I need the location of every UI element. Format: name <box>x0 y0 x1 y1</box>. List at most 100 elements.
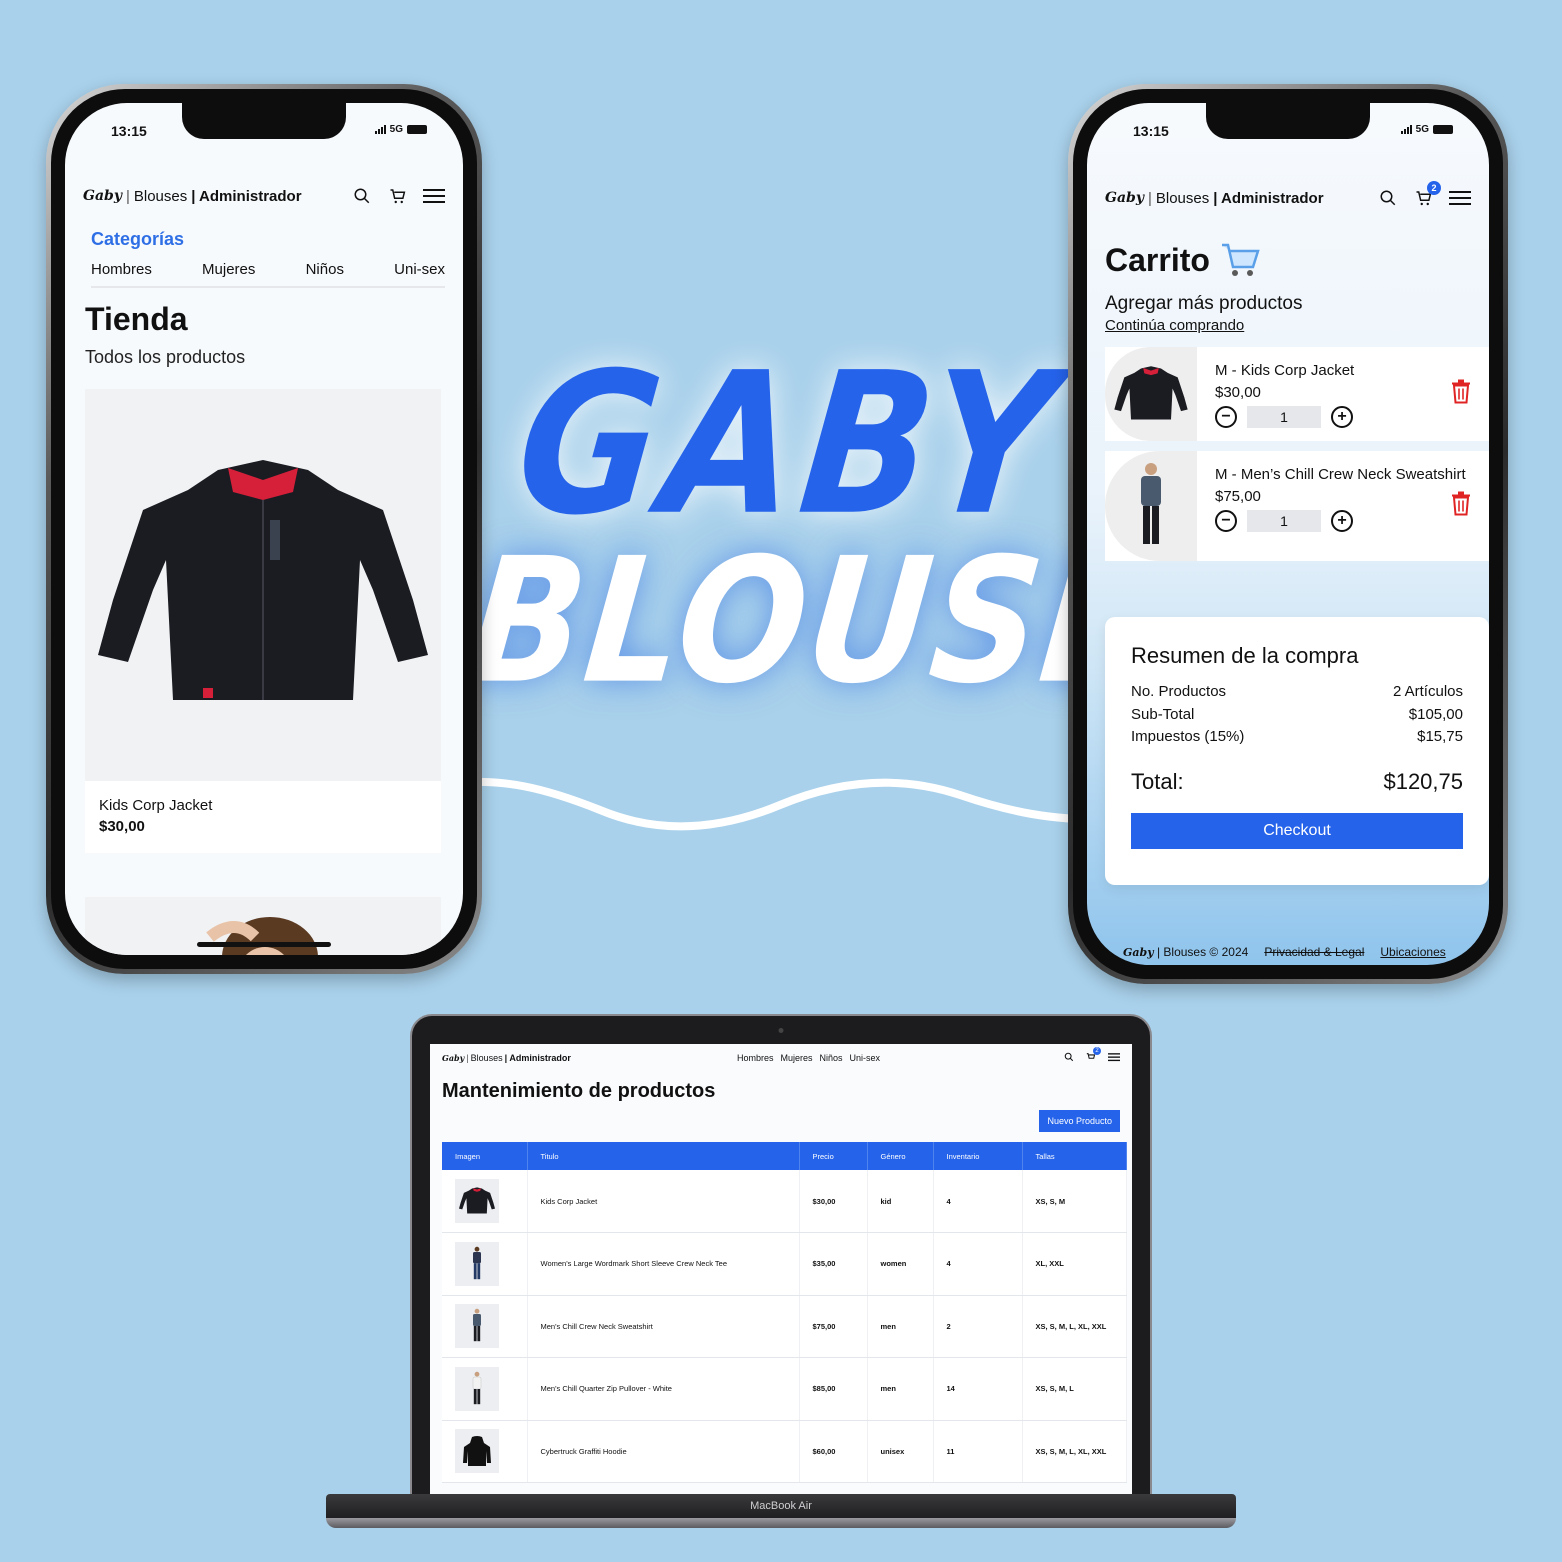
network-label: 5G <box>389 124 403 135</box>
nav-link-mujeres[interactable]: Mujeres <box>781 1053 813 1063</box>
product-gender: men <box>867 1295 934 1358</box>
new-product-button[interactable]: Nuevo Producto <box>1039 1110 1120 1132</box>
col-gender[interactable]: Género <box>867 1142 934 1170</box>
cart-item: M - Kids Corp Jacket $30,00 − 1 + <box>1105 347 1489 441</box>
product-stock: 11 <box>933 1420 1023 1483</box>
menu-icon[interactable] <box>423 185 445 207</box>
trash-icon[interactable] <box>1451 491 1471 521</box>
product-title[interactable]: Women's Large Wordmark Short Sleeve Crew… <box>527 1232 800 1296</box>
laptop-label: MacBook Air <box>750 1500 812 1512</box>
cart-icon[interactable] <box>387 185 409 207</box>
table-row[interactable]: Cybertruck Graffiti Hoodie $60,00 unisex… <box>442 1420 1127 1483</box>
product-thumbnail[interactable] <box>455 1179 499 1223</box>
trash-icon[interactable] <box>1451 379 1471 409</box>
tab-ninos[interactable]: Niños <box>306 261 344 278</box>
quantity-value[interactable]: 1 <box>1247 406 1321 428</box>
product-sizes: XS, S, M, L, XL, XXL <box>1022 1295 1127 1358</box>
brand-admin: | Administrador <box>191 187 302 205</box>
category-tabs: Hombres Mujeres Niños Uni-sex <box>91 261 445 288</box>
product-card-info[interactable]: Kids Corp Jacket $30,00 <box>85 781 441 853</box>
top-nav: Gaby | Blouses | Administrador <box>83 181 445 211</box>
cart-icon[interactable]: 2 <box>1413 181 1441 209</box>
cart-icon[interactable]: 2 <box>1086 1047 1101 1064</box>
menu-icon[interactable] <box>1449 187 1471 209</box>
summary-title: Resumen de la compra <box>1131 643 1359 668</box>
phone-notch <box>182 103 346 139</box>
product-title[interactable]: Kids Corp Jacket <box>527 1170 800 1233</box>
camera <box>778 1028 784 1033</box>
product-thumbnail[interactable] <box>455 1429 499 1474</box>
hero-line-2: BLOUSES <box>459 521 1268 723</box>
col-stock[interactable]: Inventario <box>933 1142 1023 1170</box>
cart-item-title: M - Kids Corp Jacket <box>1215 362 1355 379</box>
col-title[interactable]: Titulo <box>527 1142 800 1170</box>
nav-link-hombres[interactable]: Hombres <box>737 1053 774 1063</box>
increase-button[interactable]: + <box>1331 406 1353 428</box>
products-table: Imagen Titulo Precio Género Inventario T… <box>442 1142 1127 1483</box>
cart-item-title: M - Men’s Chill Crew Neck Sweatshirt <box>1215 466 1466 483</box>
decrease-button[interactable]: − <box>1215 510 1237 532</box>
quantity-stepper: − 1 + <box>1215 510 1471 532</box>
decrease-button[interactable]: − <box>1215 406 1237 428</box>
jacket-image <box>98 460 428 700</box>
nav-link-unisex[interactable]: Uni-sex <box>850 1053 881 1063</box>
search-icon[interactable] <box>351 185 373 207</box>
shopping-cart-icon <box>1221 243 1260 276</box>
table-header: Imagen Titulo Precio Género Inventario T… <box>442 1142 1127 1170</box>
brand[interactable]: Gaby | Blouses | Administrador <box>1105 190 1324 207</box>
tab-mujeres[interactable]: Mujeres <box>202 261 255 278</box>
search-icon[interactable] <box>1064 1052 1074 1064</box>
privacy-link[interactable]: Privacidad & Legal <box>1264 945 1364 959</box>
brand-name: Blouses <box>1155 189 1210 207</box>
tab-unisex[interactable]: Uni-sex <box>394 261 445 278</box>
battery-icon <box>407 125 427 134</box>
laptop: Gaby | Blouses | Administrador Hombres M… <box>410 1014 1152 1494</box>
admin-screen: Gaby | Blouses | Administrador Hombres M… <box>430 1044 1132 1494</box>
logo: Gaby <box>1105 190 1144 206</box>
locations-link[interactable]: Ubicaciones <box>1380 945 1445 959</box>
menu-icon[interactable] <box>1108 1052 1120 1064</box>
product-price: $35,00 <box>799 1232 868 1296</box>
wave-connector <box>440 777 1110 831</box>
quantity-value[interactable]: 1 <box>1247 510 1321 532</box>
table-row[interactable]: Men's Chill Quarter Zip Pullover - White… <box>442 1357 1127 1421</box>
col-sizes[interactable]: Tallas <box>1022 1142 1127 1170</box>
brand[interactable]: Gaby | Blouses | Administrador <box>83 188 302 205</box>
increase-button[interactable]: + <box>1331 510 1353 532</box>
product-price: $60,00 <box>799 1420 868 1483</box>
product-sizes: XS, S, M <box>1022 1170 1127 1233</box>
continue-shopping-link[interactable]: Continúa comprando <box>1105 317 1244 334</box>
status-time: 13:15 <box>1133 123 1169 139</box>
table-row[interactable]: Women's Large Wordmark Short Sleeve Crew… <box>442 1232 1127 1296</box>
brand-admin: | Administrador <box>1213 189 1324 207</box>
network-label: 5G <box>1415 124 1429 135</box>
phone-notch <box>1206 103 1370 139</box>
cart-item: M - Men’s Chill Crew Neck Sweatshirt $75… <box>1105 451 1489 561</box>
table-row[interactable]: Kids Corp Jacket $30,00 kid 4 XS, S, M <box>442 1170 1127 1233</box>
nav-link-ninos[interactable]: Niños <box>820 1053 843 1063</box>
product-thumbnail[interactable] <box>455 1241 499 1286</box>
search-icon[interactable] <box>1377 187 1399 209</box>
product-thumbnail[interactable] <box>455 1366 499 1411</box>
product-image[interactable] <box>85 389 441 781</box>
product-price: $75,00 <box>799 1295 868 1358</box>
col-price[interactable]: Precio <box>799 1142 868 1170</box>
product-thumbnail[interactable] <box>455 1304 499 1349</box>
phone-shop: 13:15 5G Gaby | Blouses | Administrador <box>46 84 482 974</box>
categories-title: Categorías <box>91 229 185 249</box>
product-gender: kid <box>867 1170 934 1233</box>
product-title[interactable]: Men's Chill Quarter Zip Pullover - White <box>527 1357 800 1421</box>
signal-icon <box>374 125 386 134</box>
product-title[interactable]: Cybertruck Graffiti Hoodie <box>527 1420 800 1483</box>
tab-hombres[interactable]: Hombres <box>91 261 152 278</box>
shop-screen: 13:15 5G Gaby | Blouses | Administrador <box>65 103 463 955</box>
cart-screen: 13:15 5G Gaby | Blouses | Administrador <box>1087 103 1489 965</box>
logo: Gaby <box>83 188 122 204</box>
checkout-button[interactable]: Checkout <box>1131 812 1463 849</box>
col-image[interactable]: Imagen <box>442 1142 528 1170</box>
admin-nav: Gaby | Blouses | Administrador Hombres M… <box>442 1047 1120 1066</box>
table-row[interactable]: Men's Chill Crew Neck Sweatshirt $75,00 … <box>442 1295 1127 1358</box>
brand[interactable]: Gaby | Blouses | Administrador <box>442 1053 571 1063</box>
product-title[interactable]: Men's Chill Crew Neck Sweatshirt <box>527 1295 800 1358</box>
summary-row: Sub-Total $105,00 <box>1131 705 1463 723</box>
